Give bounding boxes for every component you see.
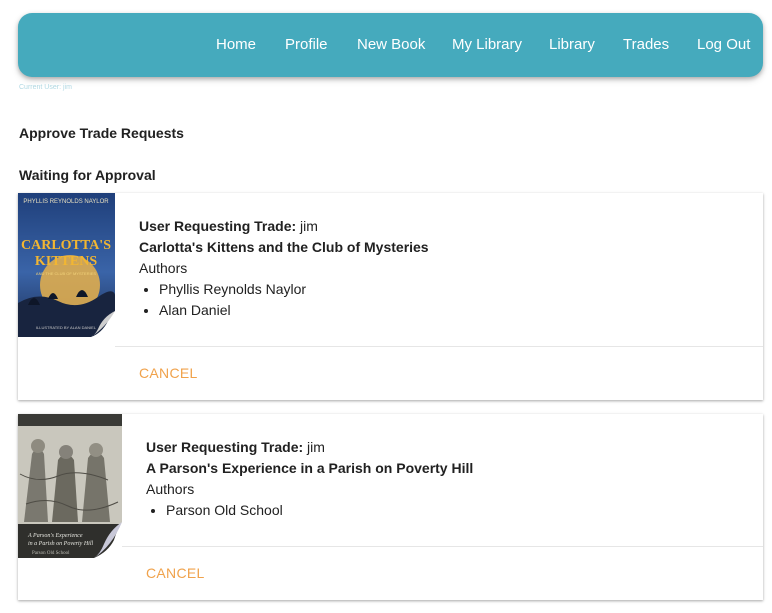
cancel-button[interactable]: CANCEL <box>146 565 205 581</box>
book-title: A Parson's Experience in a Parish on Pov… <box>146 460 474 476</box>
requesting-user-label: User Requesting Trade: <box>146 439 304 455</box>
current-user-label: Current User: jim <box>19 84 72 91</box>
page-title: Approve Trade Requests <box>19 125 184 141</box>
nav-new-book[interactable]: New Book <box>357 13 425 77</box>
card-divider <box>122 546 763 547</box>
cover-illustrator: ILLUSTRATED BY ALAN DANIEL <box>36 325 97 330</box>
nav-trades[interactable]: Trades <box>623 13 669 77</box>
cover-subtitle: AND THE CLUB OF MYSTERIES <box>36 271 96 276</box>
card-divider <box>115 346 763 347</box>
cancel-button[interactable]: CANCEL <box>139 365 198 381</box>
section-subtitle: Waiting for Approval <box>19 167 156 183</box>
trade-card: PHYLLIS REYNOLDS NAYLOR CARLOTTA'S KITTE… <box>18 193 763 400</box>
trade-details: User Requesting Trade: jim Carlotta's Ki… <box>139 216 429 321</box>
cover-title-line2: KITTENS <box>35 254 97 269</box>
requesting-user-value: jim <box>307 439 325 455</box>
book-cover-image: PHYLLIS REYNOLDS NAYLOR CARLOTTA'S KITTE… <box>18 193 115 337</box>
cover-caption-line1: A Parson's Experience <box>27 533 83 539</box>
trade-card: A Parson's Experience in a Parish on Pov… <box>18 414 763 600</box>
nav-home[interactable]: Home <box>216 13 256 77</box>
authors-list: Parson Old School <box>146 500 473 521</box>
cover-caption-line3: Parson Old School <box>32 551 70 556</box>
nav-log-out[interactable]: Log Out <box>697 13 750 77</box>
requesting-user-value: jim <box>300 218 318 234</box>
nav-profile[interactable]: Profile <box>285 13 328 77</box>
requesting-user-label: User Requesting Trade: <box>139 218 297 234</box>
nav-library[interactable]: Library <box>549 13 595 77</box>
cover-author-text: PHYLLIS REYNOLDS NAYLOR <box>23 199 109 205</box>
book-title: Carlotta's Kittens and the Club of Myste… <box>139 239 429 255</box>
author-item: Alan Daniel <box>159 300 429 321</box>
nav-my-library[interactable]: My Library <box>452 13 522 77</box>
cover-caption-line2: in a Parish on Poverty Hill <box>28 541 93 547</box>
authors-list: Phyllis Reynolds Naylor Alan Daniel <box>139 279 429 321</box>
book-cover-image: A Parson's Experience in a Parish on Pov… <box>18 414 122 558</box>
author-item: Phyllis Reynolds Naylor <box>159 279 429 300</box>
requesting-user-row: User Requesting Trade: jim <box>139 216 429 237</box>
requesting-user-row: User Requesting Trade: jim <box>146 437 473 458</box>
author-item: Parson Old School <box>166 500 473 521</box>
authors-label: Authors <box>146 481 195 497</box>
cover-title-line1: CARLOTTA'S <box>21 238 111 253</box>
authors-label: Authors <box>139 260 188 276</box>
top-navbar: Home Profile New Book My Library Library… <box>18 13 763 77</box>
trade-details: User Requesting Trade: jim A Parson's Ex… <box>146 437 473 521</box>
